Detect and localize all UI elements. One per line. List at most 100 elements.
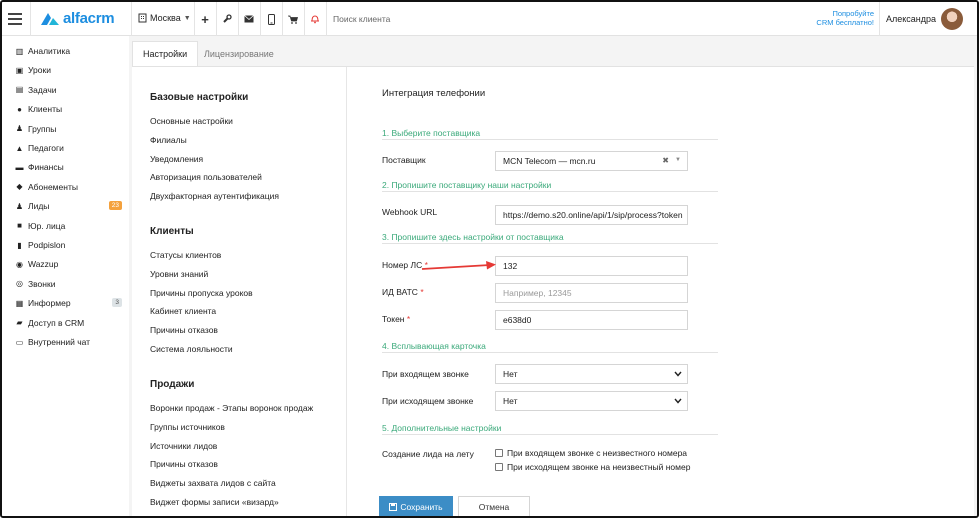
caret-down-icon: ▼ [183, 14, 191, 22]
avatar[interactable] [941, 8, 963, 30]
clear-icon[interactable]: ✖ [662, 156, 669, 165]
required-mark: * [420, 287, 424, 297]
tab-licensing[interactable]: Лицензирование [194, 41, 284, 66]
outgoing-unknown-checkbox[interactable]: При исходящем звонке на неизвестный номе… [495, 462, 690, 472]
divider [238, 2, 239, 36]
nav-link[interactable]: Уровни знаний [150, 269, 208, 279]
count-badge: 23 [108, 201, 122, 211]
vats-id-field[interactable]: Например, 12345 [495, 283, 688, 303]
sidebar-item[interactable]: ● Клиенты [14, 102, 124, 116]
webhook-field[interactable]: https://demo.s20.online/api/1/sip/proces… [495, 205, 688, 225]
sidebar-item-label: Группы [28, 123, 57, 134]
checkbox-box[interactable] [495, 463, 503, 471]
nav-link[interactable]: Двухфакторная аутентификация [150, 191, 279, 201]
nav-link[interactable]: Система лояльности [150, 344, 233, 354]
cart-icon[interactable] [286, 12, 300, 26]
sidebar-item[interactable]: ■ Юр. лица [14, 219, 124, 233]
envelope-icon[interactable] [242, 12, 256, 26]
nav-link[interactable]: Группы источников [150, 422, 225, 432]
sidebar-item-label: Абонементы [28, 181, 78, 192]
provider-value: MCN Telecom — mcn.ru [503, 156, 596, 166]
logo[interactable]: alfacrm [40, 10, 115, 27]
page-title: Интеграция телефонии [382, 88, 486, 99]
chat-icon: ▭ [15, 337, 24, 347]
section-title: 3. Пропишите здесь настройки от поставщи… [382, 232, 718, 244]
money-icon: ▬ [15, 162, 24, 172]
search-input[interactable]: Поиск клиента [333, 14, 390, 24]
tab-bar: Настройки Лицензирование [129, 36, 977, 66]
nav-link[interactable]: Авторизация пользователей [150, 172, 262, 182]
cancel-button[interactable]: Отмена [458, 496, 530, 516]
lock-icon: ▰ [16, 318, 23, 328]
divider [216, 2, 217, 36]
sidebar-item-label: Уроки [28, 65, 51, 76]
nav-link[interactable]: Основные настройки [150, 116, 233, 126]
promo-line: Попробуйте [832, 9, 874, 18]
nav-link[interactable]: Кабинет клиента [150, 306, 216, 316]
vats-label: ИД ВАТС * [382, 287, 424, 297]
nav-section-title: Продажи [150, 379, 195, 390]
provider-select[interactable]: MCN Telecom — mcn.ru ✖ ▼ [495, 151, 688, 171]
chart-icon: ▥ [15, 46, 24, 56]
nav-link[interactable]: Источники лидов [150, 441, 217, 451]
save-label: Сохранить [400, 501, 443, 512]
wrench-icon[interactable] [220, 12, 234, 26]
nav-link[interactable]: Уведомления [150, 154, 203, 164]
sidebar-item[interactable]: ♟ Лиды 23 [14, 199, 124, 213]
logo-icon [41, 12, 59, 25]
sidebar-item[interactable]: ▤ Задачи [14, 83, 124, 97]
incoming-unknown-checkbox[interactable]: При входящем звонке с неизвестного номер… [495, 448, 687, 458]
logo-text: alfacrm [63, 10, 115, 27]
checkbox-box[interactable] [495, 449, 503, 457]
settings-panel: Базовые настройки Основные настройки Филиа… [132, 66, 974, 516]
section-title: 2. Пропишите поставщику наши настройки [382, 180, 718, 192]
count-badge: 3 [112, 298, 122, 308]
sidebar-item-label: Аналитика [28, 46, 71, 56]
token-field[interactable]: e638d0 [495, 310, 688, 330]
outgoing-select[interactable]: Нет [495, 391, 688, 411]
checkbox-label: При входящем звонке с неизвестного номер… [507, 448, 688, 458]
nav-link[interactable]: Виджет формы записи «визард» [150, 497, 279, 507]
nav-link[interactable]: Статусы клиентов [150, 250, 221, 260]
vats-label-text: ИД ВАТС [382, 287, 418, 297]
sidebar-item[interactable]: ▦ Информер 3 [14, 296, 124, 310]
sidebar-item[interactable]: ▥ Аналитика [14, 44, 124, 58]
save-button[interactable]: Сохранить [379, 496, 453, 516]
sidebar-item[interactable]: ◉ Wazzup [14, 257, 124, 271]
nav-link[interactable]: Виджеты захвата лидов с сайта [150, 478, 276, 488]
sidebar-item[interactable]: ▣ Уроки [14, 63, 124, 77]
menu-icon[interactable] [8, 13, 22, 25]
city-label: Москва [150, 13, 181, 23]
calendar-icon: ▣ [15, 65, 24, 75]
sidebar-item[interactable]: ◆ Абонементы [14, 180, 124, 194]
bell-icon[interactable] [308, 12, 322, 26]
divider [260, 2, 261, 36]
sidebar-item[interactable]: ▬ Финансы [14, 160, 124, 174]
plus-icon[interactable]: + [198, 12, 212, 27]
incoming-label: При входящем звонке [382, 369, 469, 379]
city-selector[interactable]: Москва ▼ [138, 13, 191, 23]
nav-link[interactable]: Причины отказов [150, 325, 218, 335]
section-title: 1. Выберите поставщика [382, 128, 718, 140]
tab-settings[interactable]: Настройки [132, 41, 199, 66]
incoming-select[interactable]: Нет [495, 364, 688, 384]
ls-number-field[interactable]: 132 [495, 256, 688, 276]
chevron-down-icon [674, 398, 682, 404]
sidebar-item[interactable]: ▮ Podpislon [14, 238, 124, 252]
nav-link[interactable]: Причины отказов [150, 459, 218, 469]
sidebar-item[interactable]: ▭ Внутренний чат [14, 335, 124, 349]
nav-link[interactable]: Причины пропуска уроков [150, 288, 253, 298]
user-icon: ● [17, 104, 22, 114]
skype-icon: ◎ [16, 279, 23, 289]
sidebar-item[interactable]: ◎ Звонки [14, 277, 124, 291]
user-name[interactable]: Александра [886, 14, 936, 24]
nav-link[interactable]: Воронки продаж - Этапы воронок продаж [150, 403, 313, 413]
nav-link[interactable]: Филиалы [150, 135, 187, 145]
users-icon: ♟ [15, 201, 24, 211]
sidebar-item[interactable]: ▲ Педагоги [14, 141, 124, 155]
trial-link[interactable]: Попробуйте CRM бесплатно! [810, 9, 874, 27]
sidebar-item[interactable]: ♟ Группы [14, 122, 124, 136]
mobile-icon[interactable] [264, 12, 278, 26]
sidebar-item[interactable]: ▰ Доступ в CRM [14, 316, 124, 330]
sidebar-item-label: Звонки [28, 278, 56, 289]
